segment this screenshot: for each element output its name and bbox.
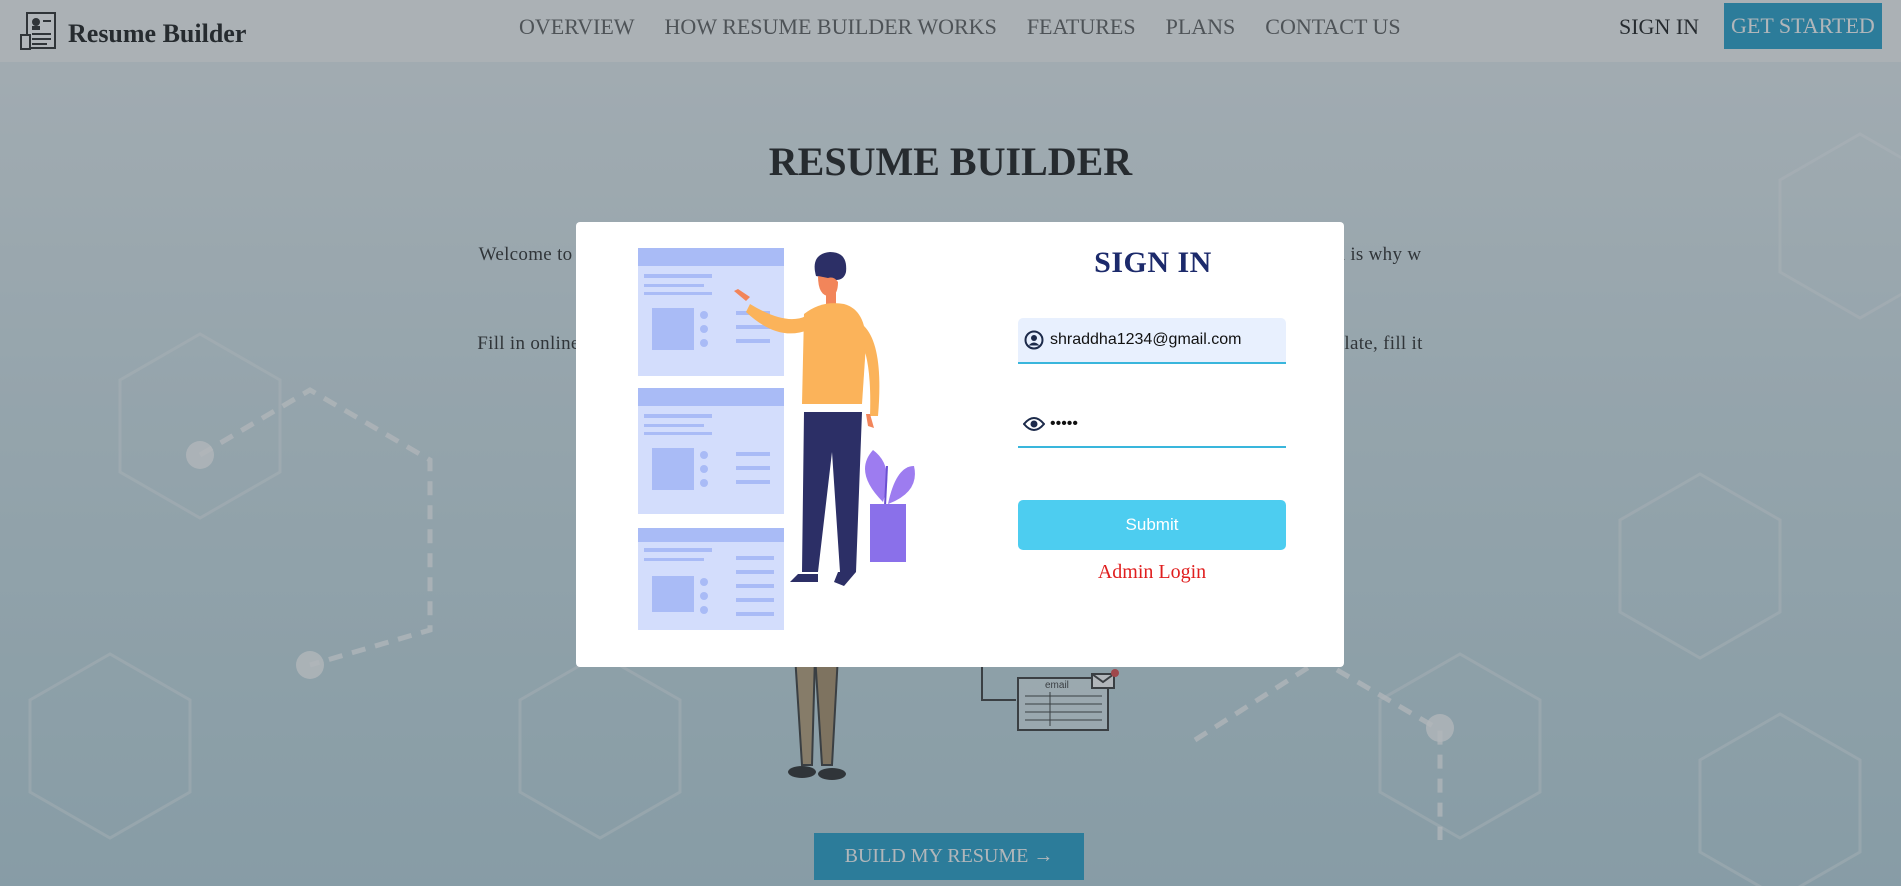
sign-in-modal: SIGN IN Submit Admin Login [576, 222, 1344, 667]
email-input[interactable] [1047, 331, 1270, 349]
submit-button[interactable]: Submit [1018, 500, 1286, 550]
password-field [1018, 402, 1286, 448]
email-field [1018, 318, 1286, 364]
admin-login-link[interactable]: Admin Login [1018, 561, 1286, 584]
sign-in-title: SIGN IN [1094, 246, 1212, 279]
eye-icon[interactable] [1021, 416, 1047, 432]
resume-presentation-illustration [638, 248, 915, 630]
user-icon [1021, 330, 1047, 350]
password-input[interactable] [1047, 415, 1270, 433]
